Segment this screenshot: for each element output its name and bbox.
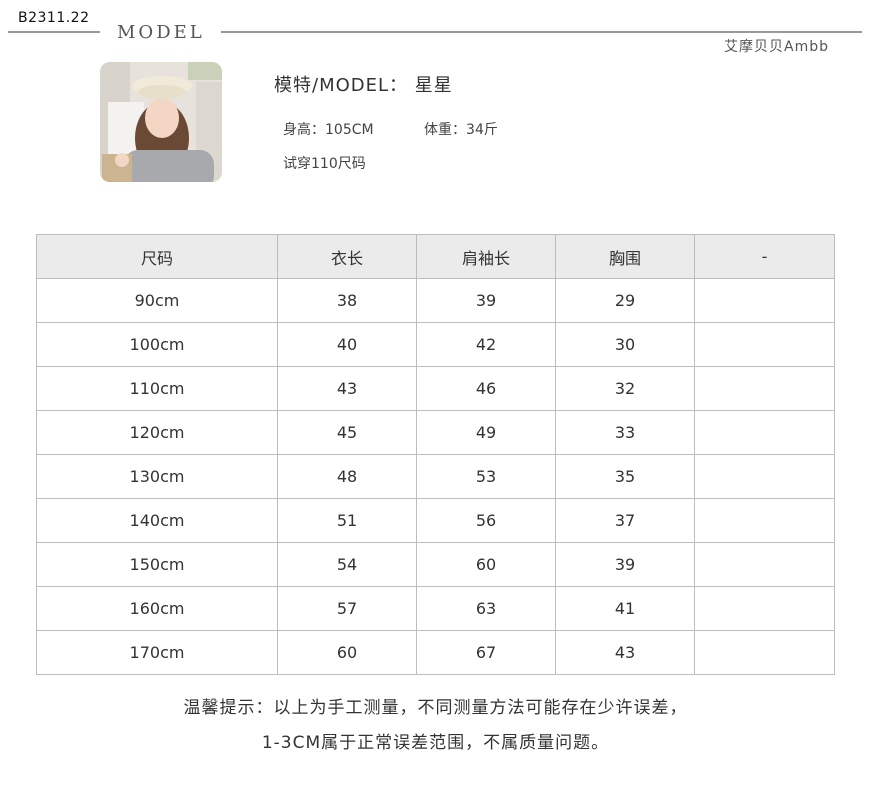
cell-shoulder-sleeve: 53 (416, 454, 556, 499)
header-shoulder-sleeve: 肩袖长 (416, 234, 556, 279)
cell-chest: 43 (555, 630, 695, 675)
cell-extra (694, 630, 835, 675)
cell-extra (694, 366, 835, 411)
table-row: 130cm 48 53 35 (36, 454, 835, 499)
measurement-note-line1: 温馨提示：以上为手工测量，不同测量方法可能存在少许误差， (183, 698, 688, 718)
cell-length: 45 (277, 410, 417, 455)
cell-shoulder-sleeve: 42 (416, 322, 556, 367)
cell-size: 130cm (36, 454, 278, 499)
cell-chest: 37 (555, 498, 695, 543)
cell-size: 170cm (36, 630, 278, 675)
cell-extra (694, 454, 835, 499)
cell-length: 40 (277, 322, 417, 367)
cell-shoulder-sleeve: 63 (416, 586, 556, 631)
table-row: 120cm 45 49 33 (36, 410, 835, 455)
model-photo (100, 62, 222, 182)
cell-chest: 41 (555, 586, 695, 631)
header-extra: - (694, 234, 835, 279)
cell-length: 38 (277, 278, 417, 323)
cell-length: 43 (277, 366, 417, 411)
header-rule-left (8, 31, 100, 33)
product-code: B2311.22 (18, 10, 90, 26)
model-photo-illustration (100, 62, 222, 182)
cell-length: 60 (277, 630, 417, 675)
cell-size: 110cm (36, 366, 278, 411)
cell-extra (694, 322, 835, 367)
table-row: 110cm 43 46 32 (36, 366, 835, 411)
cell-size: 120cm (36, 410, 278, 455)
model-trial-size: 试穿110尺码 (283, 156, 366, 172)
cell-length: 57 (277, 586, 417, 631)
cell-extra (694, 278, 835, 323)
table-row: 100cm 40 42 30 (36, 322, 835, 367)
cell-chest: 35 (555, 454, 695, 499)
cell-size: 90cm (36, 278, 278, 323)
model-height: 身高：105CM (283, 122, 374, 138)
table-row: 170cm 60 67 43 (36, 630, 835, 675)
cell-length: 54 (277, 542, 417, 587)
header-rule-right (221, 31, 862, 33)
cell-length: 51 (277, 498, 417, 543)
cell-shoulder-sleeve: 60 (416, 542, 556, 587)
cell-extra (694, 542, 835, 587)
cell-chest: 39 (555, 542, 695, 587)
measurement-note-line2: 1-3CM属于正常误差范围，不属质量问题。 (261, 733, 610, 753)
cell-shoulder-sleeve: 56 (416, 498, 556, 543)
model-weight: 体重：34斤 (424, 122, 498, 138)
table-row: 90cm 38 39 29 (36, 278, 835, 323)
cell-extra (694, 498, 835, 543)
cell-chest: 30 (555, 322, 695, 367)
cell-shoulder-sleeve: 67 (416, 630, 556, 675)
cell-shoulder-sleeve: 49 (416, 410, 556, 455)
header-length: 衣长 (277, 234, 417, 279)
header-chest: 胸围 (555, 234, 695, 279)
cell-shoulder-sleeve: 46 (416, 366, 556, 411)
table-row: 140cm 51 56 37 (36, 498, 835, 543)
table-header-row: 尺码 衣长 肩袖长 胸围 - (36, 234, 835, 279)
size-chart-table: 尺码 衣长 肩袖长 胸围 - 90cm 38 39 29 100cm 40 42… (36, 234, 835, 675)
cell-chest: 29 (555, 278, 695, 323)
brand-name: 艾摩贝贝Ambb (724, 39, 829, 55)
cell-chest: 33 (555, 410, 695, 455)
table-row: 160cm 57 63 41 (36, 586, 835, 631)
cell-extra (694, 586, 835, 631)
cell-length: 48 (277, 454, 417, 499)
header-size: 尺码 (36, 234, 278, 279)
model-name: 模特/MODEL： 星星 (274, 75, 453, 96)
table-row: 150cm 54 60 39 (36, 542, 835, 587)
cell-size: 160cm (36, 586, 278, 631)
cell-chest: 32 (555, 366, 695, 411)
cell-size: 100cm (36, 322, 278, 367)
cell-shoulder-sleeve: 39 (416, 278, 556, 323)
section-title: MODEL (117, 22, 205, 43)
cell-size: 140cm (36, 498, 278, 543)
cell-extra (694, 410, 835, 455)
cell-size: 150cm (36, 542, 278, 587)
model-stats: 身高：105CM 体重：34斤 (283, 119, 498, 139)
